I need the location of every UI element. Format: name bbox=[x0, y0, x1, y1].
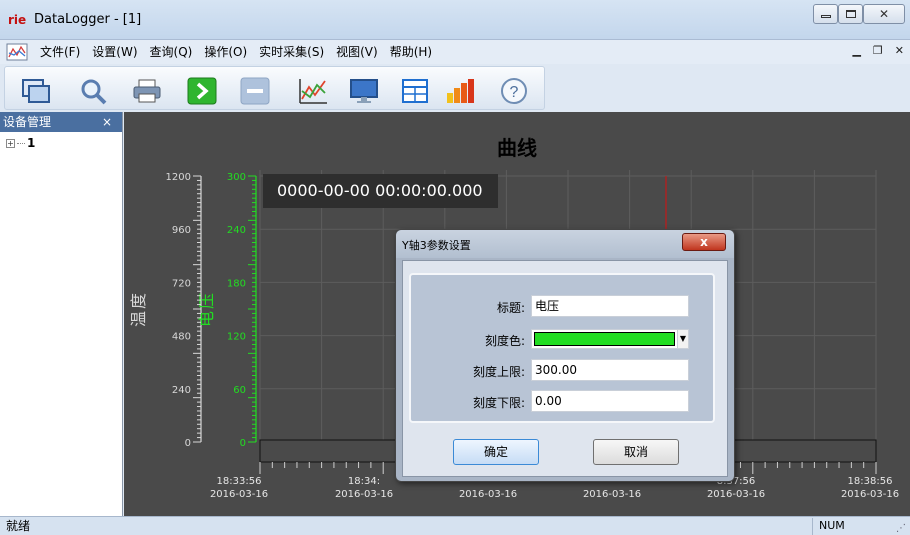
dialog-close-button[interactable]: x bbox=[682, 233, 726, 251]
title-input[interactable]: 电压 bbox=[531, 295, 689, 317]
print-icon[interactable] bbox=[130, 75, 164, 107]
line-chart-icon[interactable] bbox=[296, 75, 330, 107]
mdi-close-icon[interactable]: ✕ bbox=[895, 44, 904, 57]
search-icon[interactable] bbox=[77, 75, 111, 107]
x-tick-date: 2016-03-16 bbox=[459, 489, 517, 500]
close-window-button[interactable]: ✕ bbox=[863, 4, 905, 24]
chevron-down-icon[interactable]: ▼ bbox=[677, 330, 688, 348]
maximize-button[interactable] bbox=[838, 4, 863, 24]
title-row: 标题: 电压 bbox=[411, 295, 715, 319]
panel-header: 设备管理 × bbox=[0, 112, 122, 132]
y-axis-1-tick-label: 960 bbox=[172, 225, 191, 236]
close-icon: ✕ bbox=[878, 7, 890, 21]
time-display: 0000-00-00 00:00:00.000 bbox=[263, 174, 498, 208]
x-tick-date: 2016-03-16 bbox=[210, 489, 268, 500]
y-axis-1-tick-label: 480 bbox=[172, 332, 191, 343]
dialog-titlebar: Y轴3参数设置 x bbox=[396, 230, 734, 258]
menu-view[interactable]: 视图(V) bbox=[330, 41, 384, 63]
settings-group: 标题: 电压 刻度色: ▼ 刻度上限: 300.00 刻度下限: 0.00 bbox=[409, 273, 715, 423]
menu-bar: 文件(F) 设置(W) 查询(Q) 操作(O) 实时采集(S) 视图(V) 帮助… bbox=[0, 40, 910, 64]
status-text: 就绪 bbox=[6, 519, 31, 533]
y-axis-1-tick-label: 240 bbox=[172, 385, 191, 396]
y-axis-2-tick-label: 60 bbox=[233, 385, 246, 396]
stop-icon[interactable] bbox=[238, 75, 272, 107]
lower-limit-label: 刻度下限: bbox=[472, 396, 525, 410]
app-logo: rie bbox=[8, 13, 27, 27]
y-axis-settings-dialog: Y轴3参数设置 x 标题: 电压 刻度色: ▼ 刻度上限: 300.00 刻度下… bbox=[395, 229, 735, 482]
mdi-restore-icon[interactable]: ❐ bbox=[873, 44, 883, 57]
mdi-minimize-icon[interactable]: ▁ bbox=[852, 44, 860, 57]
menu-help[interactable]: 帮助(H) bbox=[384, 41, 438, 63]
window-title: DataLogger - [1] bbox=[34, 12, 142, 27]
x-tick-time: 18:34: bbox=[348, 476, 380, 487]
panel-title: 设备管理 bbox=[3, 115, 52, 129]
window-icon[interactable] bbox=[19, 75, 53, 107]
device-panel: 设备管理 × + 1 bbox=[0, 112, 123, 516]
toolbar-band: ? bbox=[4, 66, 545, 110]
tree-item-label: 1 bbox=[27, 136, 36, 150]
window-titlebar: rie DataLogger - [1] ✕ bbox=[0, 0, 910, 40]
x-tick-time: 18:33:56 bbox=[217, 476, 262, 487]
cancel-button[interactable]: 取消 bbox=[593, 439, 679, 465]
tree-connector bbox=[17, 142, 25, 144]
x-tick-time: 18:38:56 bbox=[848, 476, 893, 487]
minimize-button[interactable] bbox=[813, 4, 838, 24]
x-tick-date: 2016-03-16 bbox=[707, 489, 765, 500]
mdi-controls: ▁ ❐ ✕ bbox=[852, 44, 904, 57]
svg-text:?: ? bbox=[510, 84, 519, 101]
lower-limit-input[interactable]: 0.00 bbox=[531, 390, 689, 412]
ok-button[interactable]: 确定 bbox=[453, 439, 539, 465]
y-axis-2-tick-label: 300 bbox=[227, 172, 246, 183]
chart-icon bbox=[6, 43, 28, 61]
menu-query[interactable]: 查询(Q) bbox=[144, 41, 199, 63]
help-icon[interactable]: ? bbox=[497, 75, 531, 107]
chart-title: 曲线 bbox=[497, 136, 537, 160]
tree-item[interactable]: + 1 bbox=[0, 134, 122, 152]
y-axis-1-tick-label: 720 bbox=[172, 278, 191, 289]
lower-limit-row: 刻度下限: 0.00 bbox=[411, 390, 715, 414]
title-label: 标题: bbox=[496, 301, 525, 315]
x-tick-date: 2016-03-16 bbox=[335, 489, 393, 500]
menu-operate[interactable]: 操作(O) bbox=[198, 41, 253, 63]
resize-grip-icon[interactable]: ⋰ bbox=[896, 520, 906, 535]
bar-chart-icon[interactable] bbox=[444, 75, 478, 107]
menu-realtime[interactable]: 实时采集(S) bbox=[253, 41, 330, 63]
upper-limit-row: 刻度上限: 300.00 bbox=[411, 359, 715, 383]
y-axis-2-tick-label: 240 bbox=[227, 225, 246, 236]
panel-close-icon[interactable]: × bbox=[102, 112, 112, 132]
minimize-icon bbox=[820, 15, 831, 18]
menu-settings[interactable]: 设置(W) bbox=[86, 41, 143, 63]
upper-limit-input[interactable]: 300.00 bbox=[531, 359, 689, 381]
play-icon[interactable] bbox=[185, 75, 219, 107]
table-icon[interactable] bbox=[398, 75, 432, 107]
expand-icon[interactable]: + bbox=[6, 138, 15, 148]
x-tick-date: 2016-03-16 bbox=[841, 489, 899, 500]
toolbar: ? bbox=[0, 64, 910, 112]
color-label: 刻度色: bbox=[484, 334, 525, 348]
maximize-icon bbox=[845, 10, 856, 18]
y-axis-1-tick-label: 1200 bbox=[166, 172, 191, 183]
status-bar: 就绪 NUM ⋰ bbox=[0, 516, 910, 535]
dialog-title: Y轴3参数设置 bbox=[402, 239, 471, 252]
color-row: 刻度色: ▼ bbox=[411, 328, 715, 352]
num-lock-indicator: NUM bbox=[812, 518, 864, 535]
y-axis-1-tick-label: 0 bbox=[185, 438, 191, 449]
menu-file[interactable]: 文件(F) bbox=[34, 41, 86, 63]
y-axis-1-label: 温度 bbox=[129, 291, 148, 327]
monitor-icon[interactable] bbox=[347, 75, 381, 107]
y-axis-2-tick-label: 0 bbox=[240, 438, 246, 449]
y-axis-2-tick-label: 120 bbox=[227, 332, 246, 343]
color-swatch bbox=[534, 332, 675, 346]
color-select[interactable]: ▼ bbox=[531, 329, 689, 349]
upper-limit-label: 刻度上限: bbox=[472, 365, 525, 379]
dialog-body: 标题: 电压 刻度色: ▼ 刻度上限: 300.00 刻度下限: 0.00 确定… bbox=[402, 260, 728, 477]
x-tick-date: 2016-03-16 bbox=[583, 489, 641, 500]
y-axis-2-tick-label: 180 bbox=[227, 278, 246, 289]
